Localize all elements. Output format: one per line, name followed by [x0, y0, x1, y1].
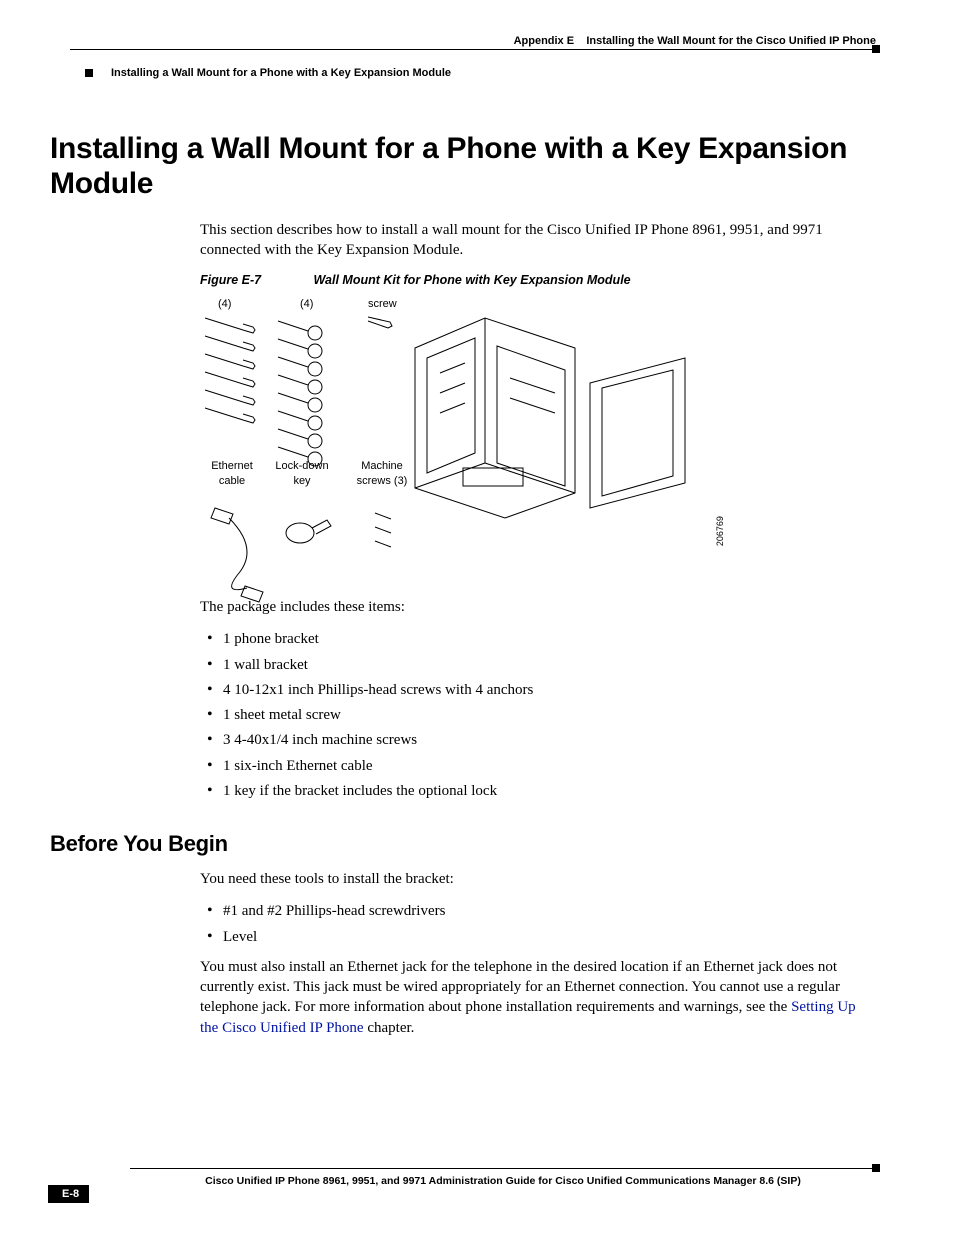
list-item: Level	[200, 927, 876, 947]
list-item: #1 and #2 Phillips-head screwdrivers	[200, 901, 876, 921]
header-appendix: Appendix E Installing the Wall Mount for…	[50, 35, 876, 47]
figure-number: Figure E-7	[200, 272, 310, 289]
appendix-title: Installing the Wall Mount for the Cisco …	[586, 35, 876, 47]
wall-mount-kit-illustration	[200, 313, 730, 603]
figure-caption: Figure E-7 Wall Mount Kit for Phone with…	[200, 272, 876, 289]
list-item: 1 key if the bracket includes the option…	[200, 781, 876, 801]
figure-title: Wall Mount Kit for Phone with Key Expans…	[313, 273, 630, 287]
appendix-label: Appendix E	[514, 35, 575, 47]
list-item: 1 wall bracket	[200, 655, 876, 675]
tools-intro: You need these tools to install the brac…	[200, 869, 876, 889]
list-item: 1 six-inch Ethernet cable	[200, 756, 876, 776]
label-qty-b: (4)	[300, 297, 313, 312]
jack-para-post: chapter.	[364, 1020, 415, 1036]
header-rule-marker	[872, 45, 880, 53]
footer-guide-title: Cisco Unified IP Phone 8961, 9951, and 9…	[50, 1175, 876, 1187]
label-screw: screw	[368, 297, 397, 312]
package-list: 1 phone bracket 1 wall bracket 4 10-12x1…	[200, 629, 876, 801]
list-item: 3 4-40x1/4 inch machine screws	[200, 730, 876, 750]
tools-list: #1 and #2 Phillips-head screwdrivers Lev…	[200, 901, 876, 947]
list-item: 1 sheet metal screw	[200, 705, 876, 725]
intro-paragraph: This section describes how to install a …	[200, 220, 876, 261]
figure-diagram: (4) (4) screw Ethernet cable Lock-down k…	[200, 297, 730, 597]
jack-para-pre: You must also install an Ethernet jack f…	[200, 959, 840, 1016]
page-footer: Cisco Unified IP Phone 8961, 9951, and 9…	[50, 1163, 876, 1187]
list-item: 4 10-12x1 inch Phillips-head screws with…	[200, 680, 876, 700]
page-title: Installing a Wall Mount for a Phone with…	[50, 131, 876, 202]
ethernet-jack-paragraph: You must also install an Ethernet jack f…	[200, 957, 876, 1038]
before-you-begin-heading: Before You Begin	[50, 831, 876, 857]
label-qty-a: (4)	[218, 297, 231, 312]
header-section-title: Installing a Wall Mount for a Phone with…	[111, 67, 451, 79]
list-item: 1 phone bracket	[200, 629, 876, 649]
page-number: E-8	[48, 1185, 89, 1203]
